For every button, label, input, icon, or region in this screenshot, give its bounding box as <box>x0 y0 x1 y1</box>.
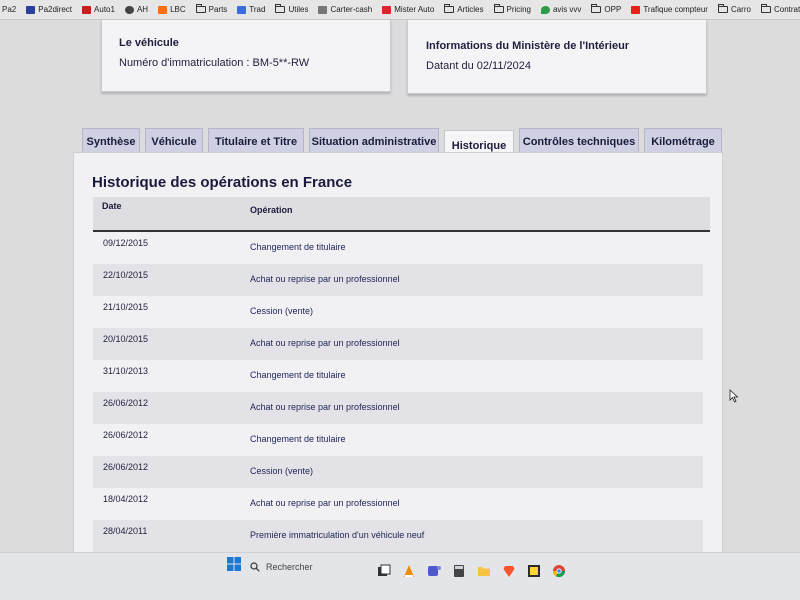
row-date: 26/06/2012 <box>103 398 149 408</box>
file-explorer-icon[interactable] <box>477 564 491 578</box>
table-row: 31/10/2013 Changement de titulaire <box>93 360 703 392</box>
bookmark-carro[interactable]: Carro <box>717 4 751 14</box>
bookmark-mister-auto[interactable]: Mister Auto <box>382 5 434 14</box>
link-icon <box>318 5 328 14</box>
tab-kilometrage[interactable]: Kilométrage <box>644 128 722 155</box>
row-date: 09/12/2015 <box>103 238 149 248</box>
taskbar <box>0 552 800 600</box>
table-row: 26/06/2012 Achat ou reprise par un profes… <box>93 392 703 424</box>
row-operation: Achat ou reprise par un professionnel <box>250 402 400 412</box>
row-date: 26/06/2012 <box>103 430 149 440</box>
bookmark-trafique-compteur[interactable]: Trafique compteur <box>631 5 708 14</box>
table-row: 28/04/2011 Première immatriculation d'un … <box>93 520 703 552</box>
row-operation: Cession (vente) <box>250 466 314 476</box>
row-operation: Changement de titulaire <box>250 434 346 444</box>
search-icon <box>250 562 260 572</box>
youtube-icon <box>631 5 641 14</box>
bookmarks-bar: Pa2 Pa2direct Auto1 AH LBC Parts Trad Ut… <box>0 0 800 20</box>
bookmark-avis-vvv[interactable]: avis vvv <box>540 5 581 14</box>
tab-titulaire-et-titre[interactable]: Titulaire et Titre <box>208 128 304 155</box>
row-operation: Changement de titulaire <box>250 242 346 252</box>
column-header-operation: Opération <box>250 205 293 215</box>
sticky-notes-icon[interactable] <box>527 564 541 578</box>
row-date: 28/04/2011 <box>103 526 148 536</box>
ministry-data-date: Datant du 02/11/2024 <box>426 60 531 72</box>
table-row: 26/06/2012 Changement de titulaire <box>93 424 703 456</box>
teams-icon[interactable] <box>427 564 441 578</box>
table-row: 18/04/2012 Achat ou reprise par un profes… <box>93 488 703 520</box>
folder-icon <box>760 4 771 13</box>
site-icon <box>158 5 168 14</box>
task-view-icon[interactable] <box>377 564 391 578</box>
column-header-date: Date <box>102 201 122 211</box>
row-date: 31/10/2013 <box>103 366 149 376</box>
table-row: 22/10/2015 Achat ou reprise par un profes… <box>93 264 703 296</box>
history-title: Historique des opérations en France <box>92 174 353 191</box>
row-operation: Achat ou reprise par un professionnel <box>250 338 400 348</box>
ministry-card-title: Informations du Ministère de l'Intérieur <box>426 40 630 52</box>
bookmark-opp[interactable]: OPP <box>591 4 621 14</box>
row-operation: Première immatriculation d'un véhicule n… <box>250 530 425 540</box>
registration-number: Numéro d'immatriculation : BM-5**-RW <box>119 57 310 69</box>
vehicle-card: Le véhicule Numéro d'immatriculation : B… <box>101 20 391 92</box>
vlc-icon[interactable] <box>402 564 416 578</box>
tab-synthese[interactable]: Synthèse <box>82 128 140 155</box>
bookmark-trad[interactable]: Trad <box>237 5 265 14</box>
bookmark-articles[interactable]: Articles <box>444 4 484 14</box>
tab-controles-techniques[interactable]: Contrôles techniques <box>519 128 639 155</box>
row-date: 18/04/2012 <box>103 494 149 504</box>
bookmark-lbc[interactable]: LBC <box>158 5 186 14</box>
calculator-icon[interactable] <box>452 564 466 578</box>
history-table-header: Date Opération <box>93 197 710 232</box>
bookmark-contrats-dist[interactable]: Contrats Dist <box>760 4 800 14</box>
bookmark-auto1[interactable]: Auto1 <box>82 5 115 14</box>
tab-vehicule[interactable]: Véhicule <box>145 128 203 155</box>
row-date: 21/10/2015 <box>103 302 149 312</box>
folder-icon <box>493 4 504 13</box>
table-row: 21/10/2015 Cession (vente) <box>93 296 703 328</box>
chrome-icon[interactable] <box>552 564 566 578</box>
bookmark-parts[interactable]: Parts <box>195 4 227 14</box>
history-table-body: 09/12/2015 Changement de titulaire 22/10/… <box>93 232 703 552</box>
row-operation: Changement de titulaire <box>250 370 346 380</box>
translate-icon <box>237 5 247 14</box>
taskbar-search[interactable]: Rechercher <box>250 558 360 576</box>
row-date: 26/06/2012 <box>103 462 149 472</box>
bookmark-pa2[interactable]: Pa2 <box>2 5 16 14</box>
vehicle-card-title: Le véhicule <box>119 37 179 49</box>
table-row: 09/12/2015 Changement de titulaire <box>93 232 703 264</box>
folder-icon <box>591 4 602 13</box>
row-date: 20/10/2015 <box>103 334 149 344</box>
flag-icon <box>26 5 36 14</box>
bookmark-ah[interactable]: AH <box>124 5 148 14</box>
bookmark-pricing[interactable]: Pricing <box>493 4 531 14</box>
bookmark-carter-cash[interactable]: Carter-cash <box>318 5 372 14</box>
folder-icon <box>444 4 455 13</box>
circle-icon <box>124 5 134 14</box>
map-pin-icon <box>540 5 550 14</box>
folder-icon <box>275 4 286 13</box>
table-row: 26/06/2012 Cession (vente) <box>93 456 703 488</box>
brave-icon[interactable] <box>502 564 516 578</box>
bookmark-utiles[interactable]: Utiles <box>275 4 308 14</box>
folder-icon <box>717 4 728 13</box>
row-date: 22/10/2015 <box>103 270 149 280</box>
search-placeholder: Rechercher <box>266 562 313 572</box>
row-operation: Achat ou reprise par un professionnel <box>250 498 400 508</box>
row-operation: Achat ou reprise par un professionnel <box>250 274 400 284</box>
row-operation: Cession (vente) <box>250 306 314 316</box>
folder-icon <box>195 4 206 13</box>
site-icon <box>382 5 392 14</box>
windows-start-icon[interactable] <box>227 557 241 571</box>
bookmark-pa2direct[interactable]: Pa2direct <box>26 5 72 14</box>
mouse-cursor-icon <box>729 389 739 403</box>
tab-situation-administrative[interactable]: Situation administrative <box>309 128 439 155</box>
table-row: 20/10/2015 Achat ou reprise par un profes… <box>93 328 703 360</box>
ministry-card: Informations du Ministère de l'Intérieur… <box>407 20 707 94</box>
car-icon <box>82 5 92 14</box>
